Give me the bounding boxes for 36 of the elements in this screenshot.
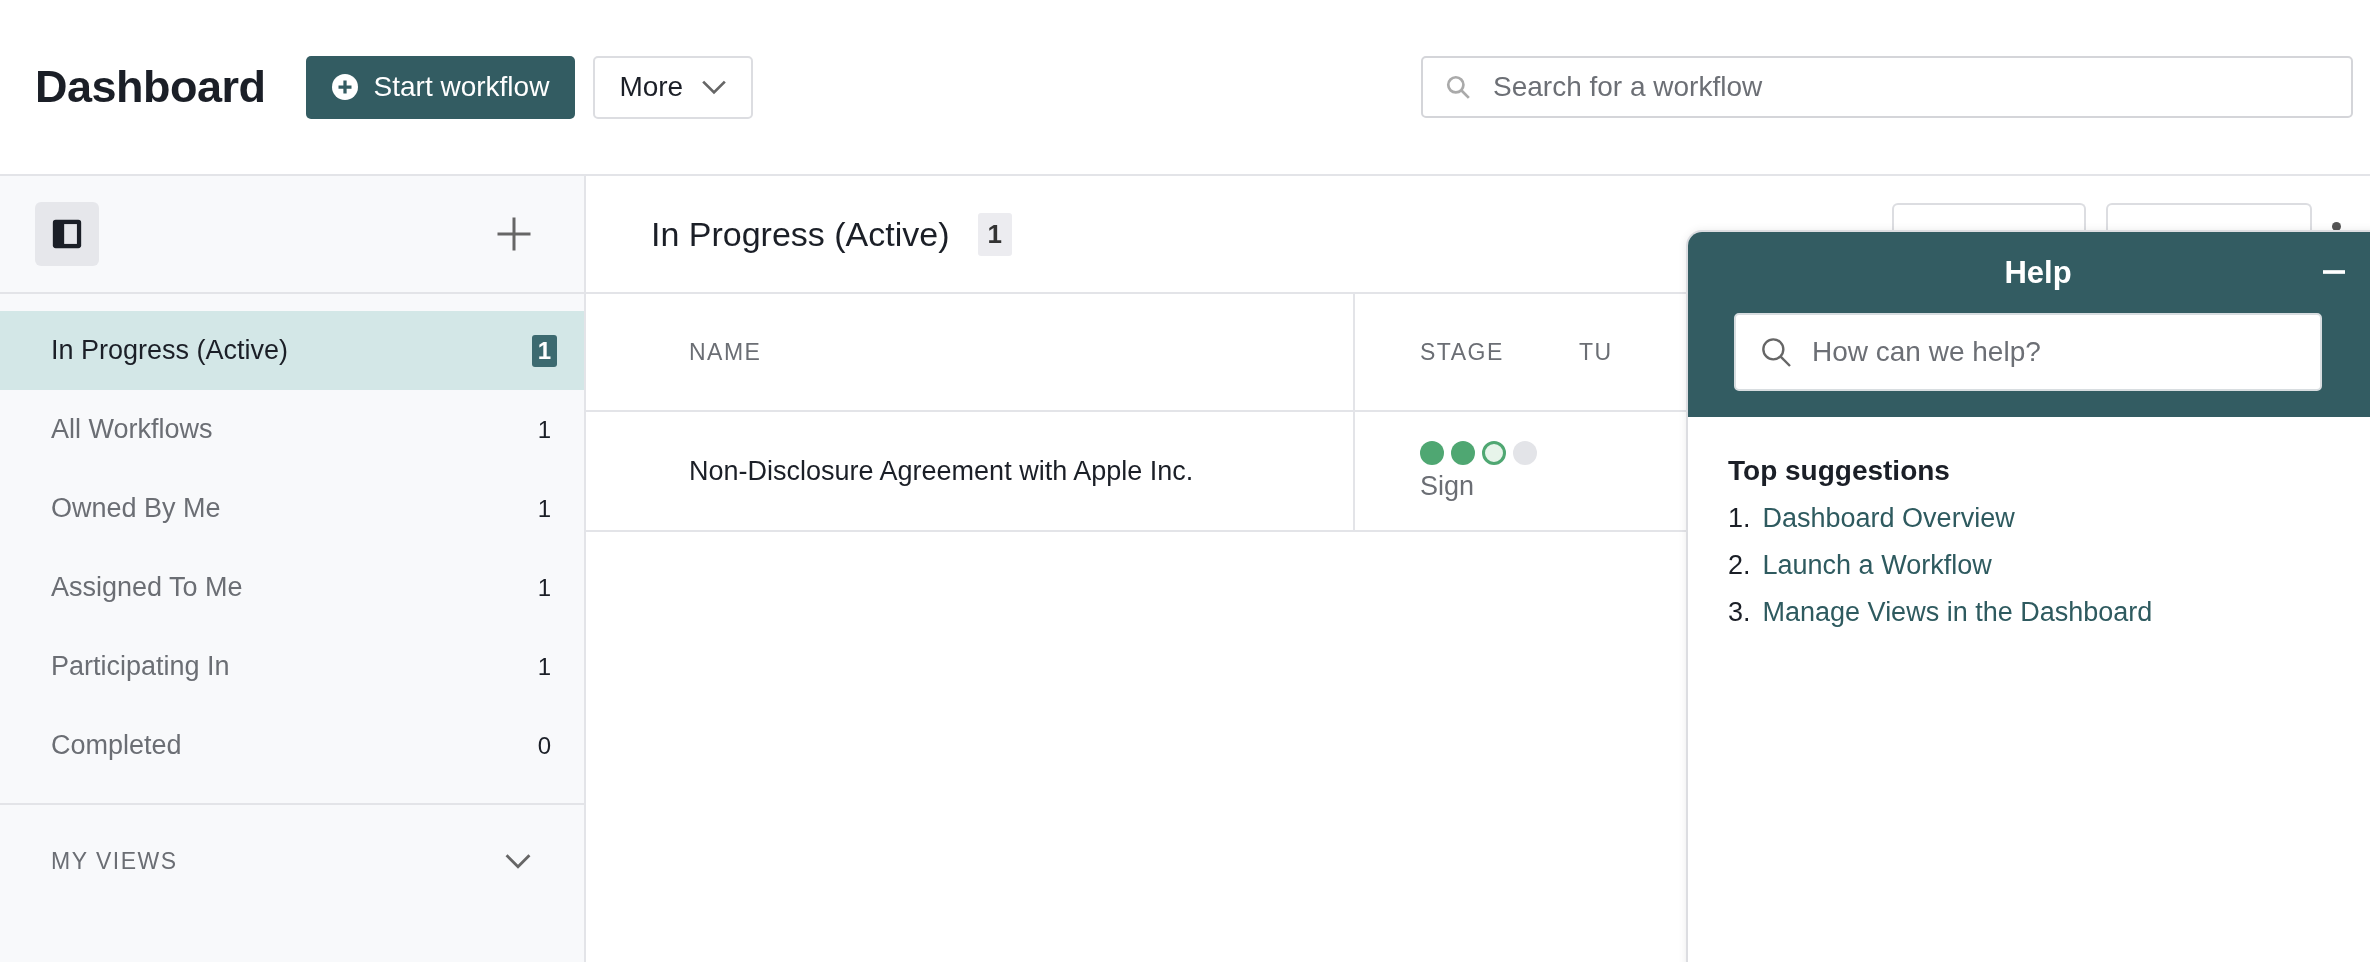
help-title: Help: [2004, 254, 2072, 291]
search-icon: [1445, 74, 1471, 100]
suggestion-link[interactable]: Manage Views in the Dashboard: [1762, 597, 2153, 628]
column-header[interactable]: STAGE: [1420, 338, 1504, 366]
more-button[interactable]: More: [593, 55, 754, 119]
list-number: 3.: [1728, 597, 1751, 628]
search-icon: [1760, 336, 1792, 368]
list-number: 2.: [1728, 550, 1751, 581]
stage-label: Sign: [1420, 470, 1475, 502]
search-field[interactable]: Search for a workflow: [1421, 56, 2353, 118]
sidebar-item[interactable]: Completed 0: [0, 706, 584, 785]
add-icon[interactable]: [496, 216, 532, 252]
suggestions-heading: Top suggestions: [1728, 455, 1951, 487]
sidebar-item[interactable]: In Progress (Active) 1: [0, 311, 584, 390]
suggestion-link[interactable]: Launch a Workflow: [1762, 550, 1992, 581]
plus-circle-icon: [331, 74, 358, 100]
column-header[interactable]: NAME: [689, 338, 762, 366]
chevron-down-icon: [504, 853, 532, 869]
view-title: In Progress (Active): [651, 214, 950, 254]
page-title: Dashboard: [35, 61, 266, 113]
suggestion-link[interactable]: Dashboard Overview: [1762, 503, 2015, 534]
sidebar-item[interactable]: Participating In 1: [0, 627, 584, 706]
count-badge: 1: [977, 212, 1012, 256]
chevron-down-icon: [701, 79, 728, 95]
sidebar-toggle-button[interactable]: [35, 202, 99, 266]
minimize-icon[interactable]: [2323, 269, 2345, 275]
help-search-field[interactable]: How can we help?: [1734, 313, 2322, 391]
sidebar-item[interactable]: All Workflows 1: [0, 390, 584, 469]
sidebar-icon: [50, 217, 84, 251]
my-views-section[interactable]: MY VIEWS: [0, 805, 584, 917]
start-workflow-button[interactable]: Start workflow: [305, 55, 576, 119]
list-number: 1.: [1728, 503, 1751, 534]
sidebar-item[interactable]: Assigned To Me 1: [0, 548, 584, 627]
sidebar-item[interactable]: Owned By Me 1: [0, 469, 584, 548]
column-header[interactable]: TU: [1579, 338, 1613, 366]
workflow-name[interactable]: Non-Disclosure Agreement with Apple Inc.: [689, 455, 1194, 487]
